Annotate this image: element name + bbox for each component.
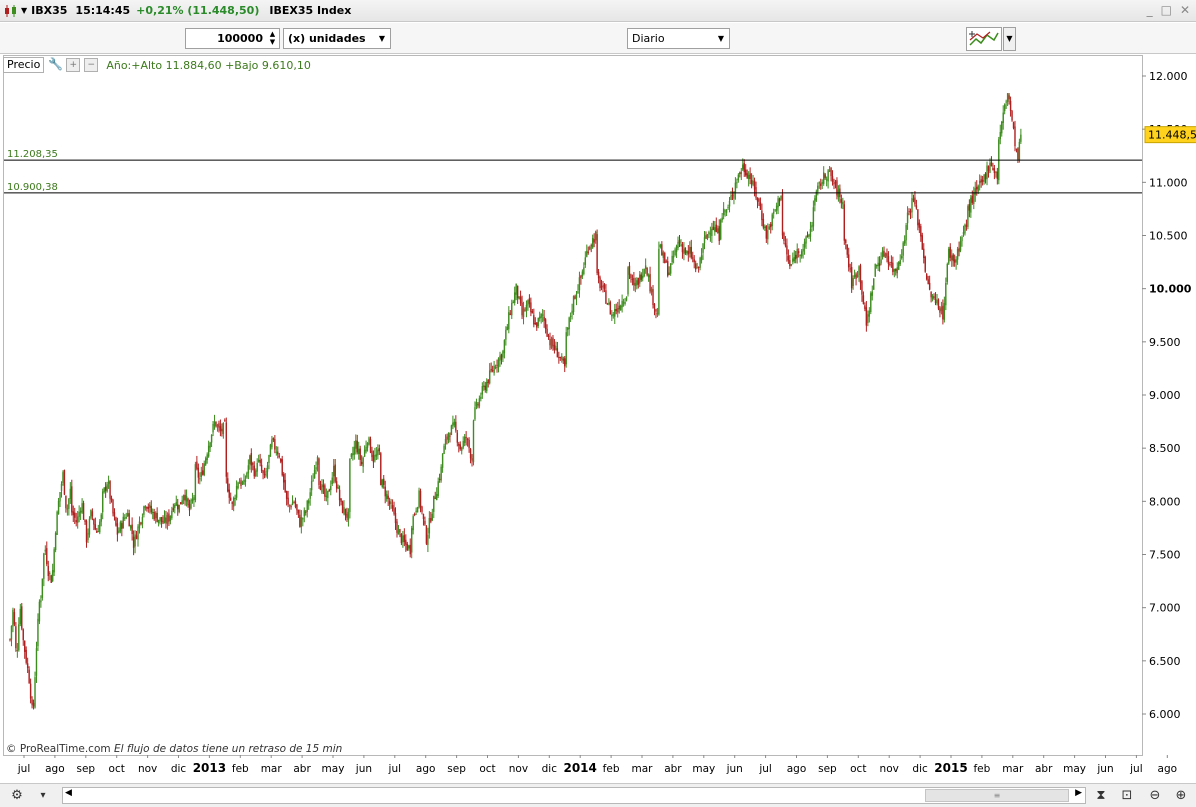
chart-panel[interactable]: [3, 55, 1143, 756]
year-high-low: Año:+Alto 11.884,60 +Bajo 9.610,10: [106, 58, 311, 72]
chart-settings-icon[interactable]: ⚙: [8, 787, 26, 805]
zoom-in-icon[interactable]: ⊕: [1172, 787, 1190, 805]
title-bar: ▼ IBX35 15:14:45 +0,21% (11.448,50) IBEX…: [0, 0, 1196, 22]
y-tick-label: 7.500: [1149, 549, 1181, 562]
y-tick-label: 8.500: [1149, 442, 1181, 455]
quote-change: +0,21% (11.448,50): [136, 4, 260, 17]
x-tick-label: feb: [232, 763, 249, 775]
y-tick-label: 10.500: [1149, 230, 1188, 243]
x-tick-label: nov: [509, 763, 528, 775]
x-tick-label: feb: [973, 763, 990, 775]
x-tick-label: oct: [850, 763, 866, 775]
last-price-label: 11.448,50: [1148, 129, 1196, 142]
units-value: (x) unidades: [288, 32, 366, 45]
instrument-name: IBEX35 Index: [269, 4, 352, 17]
wrench-icon[interactable]: 🔧: [48, 58, 63, 72]
chart-style-icon[interactable]: ▾: [34, 787, 52, 805]
quote-time: 15:14:45: [75, 4, 131, 17]
timeframe-icon[interactable]: ⧗: [1092, 787, 1110, 805]
chevron-down-icon[interactable]: ▼: [21, 6, 27, 15]
status-bar: ⚙ ▾ ◀ ≡ ▶ ⧗ ⊡ ⊖ ⊕: [0, 783, 1196, 807]
x-tick-label: abr: [664, 763, 682, 775]
price-label[interactable]: Precio: [3, 57, 45, 73]
y-tick-label: 9.500: [1149, 336, 1181, 349]
x-tick-label: dic: [912, 763, 928, 775]
x-tick-label: ago: [1158, 763, 1178, 775]
stepper-arrows-icon[interactable]: ▲ ▼: [268, 30, 277, 46]
y-tick-label: 6.000: [1149, 708, 1181, 721]
x-tick-label: may: [692, 763, 715, 775]
y-tick-label: 10.000: [1149, 283, 1192, 296]
add-indicator-icon[interactable]: +: [66, 58, 81, 72]
zoom-out-icon[interactable]: ⊖: [1146, 787, 1164, 805]
close-icon[interactable]: ✕: [1180, 3, 1190, 17]
x-tick-label: dic: [171, 763, 187, 775]
y-tick-label: 12.000: [1149, 70, 1188, 83]
minimize-icon[interactable]: _: [1147, 3, 1153, 17]
x-tick-label: 2013: [193, 761, 226, 775]
period-value: Diario: [632, 32, 665, 45]
x-tick-label: ago: [416, 763, 436, 775]
x-tick-label: 2015: [934, 761, 967, 775]
x-tick-label: jun: [355, 763, 372, 775]
x-tick-label: 2014: [563, 761, 596, 775]
copyright-text[interactable]: © ProRealTime.com: [6, 743, 111, 755]
x-tick-label: mar: [261, 763, 283, 775]
x-tick-label: feb: [603, 763, 620, 775]
tools-dropdown-icon[interactable]: ▼: [1003, 27, 1016, 51]
x-tick-label: may: [322, 763, 345, 775]
x-tick-label: mar: [1002, 763, 1024, 775]
delay-text: El flujo de datos tiene un retraso de 15…: [113, 743, 343, 755]
y-tick-label: 7.000: [1149, 602, 1181, 615]
x-tick-label: oct: [479, 763, 495, 775]
chevron-down-icon: ▼: [717, 34, 724, 43]
x-tick-label: sep: [447, 763, 466, 775]
quantity-value: 100000: [217, 32, 263, 45]
units-select[interactable]: (x) unidades ▼: [283, 28, 391, 49]
zoom-fit-icon[interactable]: ⊡: [1118, 787, 1136, 805]
scroll-left-icon[interactable]: ◀: [65, 788, 72, 798]
x-tick-label: jun: [726, 763, 743, 775]
x-tick-label: dic: [542, 763, 558, 775]
x-tick-label: jul: [388, 763, 402, 775]
x-tick-label: nov: [138, 763, 157, 775]
symbol-label: IBX35: [31, 4, 68, 17]
y-tick-label: 8.000: [1149, 495, 1181, 508]
quantity-stepper[interactable]: 100000 ▲ ▼: [185, 28, 280, 49]
chevron-down-icon: ▼: [378, 34, 385, 43]
y-tick-label: 9.000: [1149, 389, 1181, 402]
x-tick-label: mar: [632, 763, 654, 775]
x-tick-label: jul: [758, 763, 772, 775]
x-tick-label: jun: [1096, 763, 1113, 775]
remove-indicator-icon[interactable]: −: [84, 58, 99, 72]
last-price-tag: [1144, 126, 1196, 144]
maximize-icon[interactable]: □: [1161, 3, 1172, 17]
price-legend: Precio 🔧 + − Año:+Alto 11.884,60 +Bajo 9…: [3, 57, 311, 73]
x-tick-label: sep: [76, 763, 95, 775]
candlestick-icon[interactable]: [4, 4, 18, 18]
x-tick-label: may: [1063, 763, 1086, 775]
data-delay-note: © ProRealTime.com El flujo de datos tien…: [6, 743, 342, 755]
x-tick-label: ago: [45, 763, 65, 775]
scrollbar-thumb[interactable]: ≡: [925, 789, 1069, 802]
drawing-tools-icon[interactable]: [966, 27, 1002, 51]
y-tick-label: 6.500: [1149, 655, 1181, 668]
x-tick-label: ago: [787, 763, 807, 775]
period-select[interactable]: Diario ▼: [627, 28, 730, 49]
x-tick-label: nov: [880, 763, 899, 775]
scroll-right-icon[interactable]: ▶: [1075, 788, 1082, 798]
x-tick-label: oct: [109, 763, 125, 775]
y-tick-label: 11.000: [1149, 176, 1188, 189]
chart-toolbar: 100000 ▲ ▼ (x) unidades ▼ Diario ▼ ▼: [0, 23, 1196, 54]
x-tick-label: sep: [818, 763, 837, 775]
x-tick-label: abr: [293, 763, 311, 775]
x-tick-label: abr: [1035, 763, 1053, 775]
x-tick-label: jul: [17, 763, 31, 775]
x-tick-label: jul: [1129, 763, 1143, 775]
y-tick-label: 11.500: [1149, 123, 1188, 136]
time-scrollbar[interactable]: ◀ ≡ ▶: [62, 787, 1086, 804]
